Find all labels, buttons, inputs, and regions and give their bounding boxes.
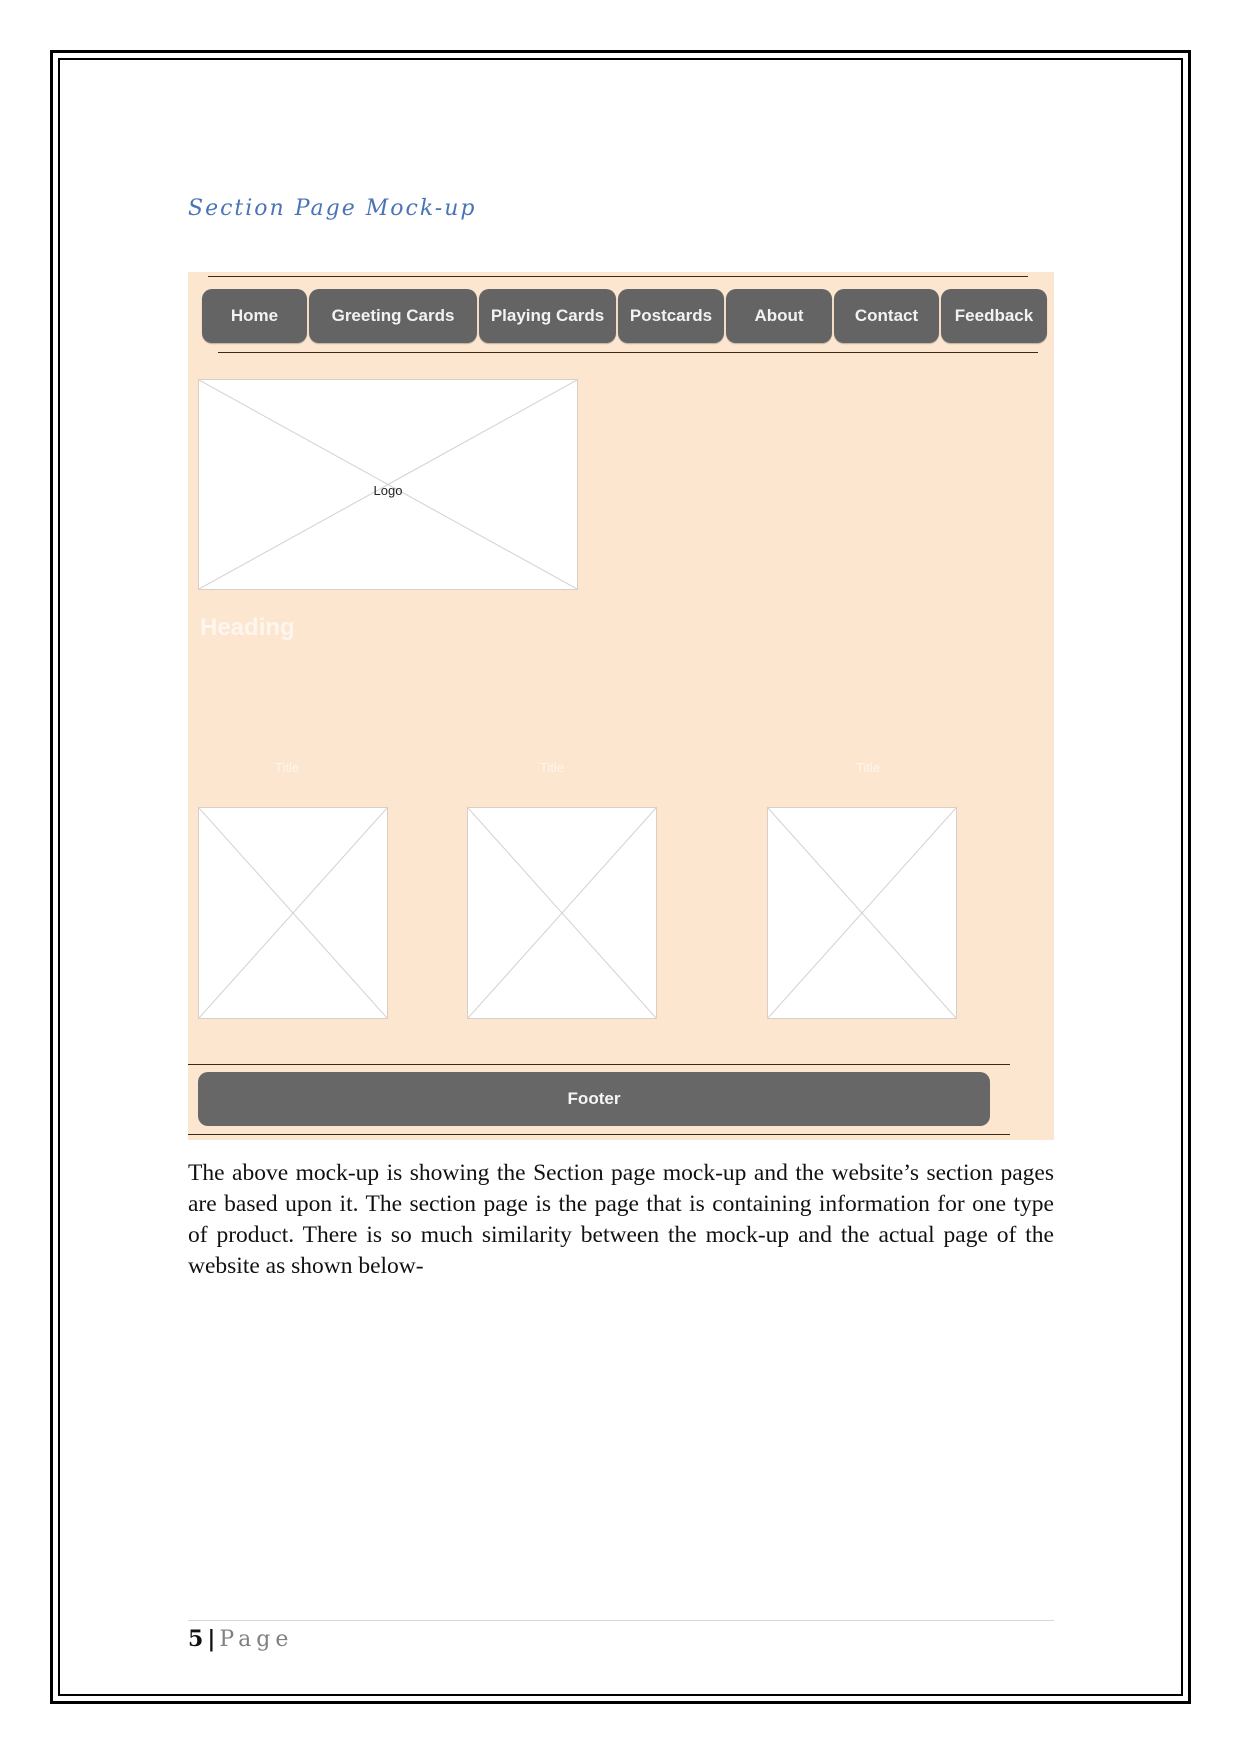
page-number: 5 (188, 1626, 204, 1652)
product-title-3: Title (856, 760, 881, 775)
page-separator: | (207, 1626, 216, 1652)
nav-button-contact[interactable]: Contact (834, 289, 939, 343)
logo-label: Logo (373, 482, 403, 498)
nav-button-postcards[interactable]: Postcards (618, 289, 724, 343)
section-heading: Section Page Mock-up (188, 196, 477, 221)
nav-button-playing-cards[interactable]: Playing Cards (479, 289, 616, 343)
logo-placeholder: Logo (198, 379, 578, 590)
placeholder-cross-icon (199, 808, 387, 1018)
nav-top-rule (208, 276, 1028, 277)
product-title-1: Title (275, 760, 300, 775)
product-title-2: Title (540, 760, 565, 775)
mockup-footer-bar: Footer (198, 1072, 990, 1126)
section-page-mockup-image: Home Greeting Cards Playing Cards Postca… (188, 272, 1054, 1140)
body-paragraph: The above mock-up is showing the Section… (188, 1160, 1054, 1279)
nav-button-greeting-cards[interactable]: Greeting Cards (309, 289, 477, 343)
page-word: Page (219, 1627, 294, 1652)
nav-bottom-rule (218, 352, 1038, 353)
nav-button-home[interactable]: Home (202, 289, 307, 343)
product-image-placeholder-3 (767, 807, 957, 1019)
page-number-footer: 5 | Page (188, 1626, 293, 1652)
placeholder-cross-icon (468, 808, 656, 1018)
mockup-heading: Heading (200, 614, 295, 641)
nav-button-feedback[interactable]: Feedback (941, 289, 1047, 343)
product-image-placeholder-1 (198, 807, 388, 1019)
footer-bottom-rule (188, 1134, 1010, 1135)
page-footer-rule (188, 1620, 1054, 1621)
nav-button-about[interactable]: About (726, 289, 832, 343)
footer-top-rule (188, 1064, 1010, 1065)
placeholder-cross-icon (768, 808, 956, 1018)
product-image-placeholder-2 (467, 807, 657, 1019)
mockup-nav-bar: Home Greeting Cards Playing Cards Postca… (202, 289, 1049, 343)
